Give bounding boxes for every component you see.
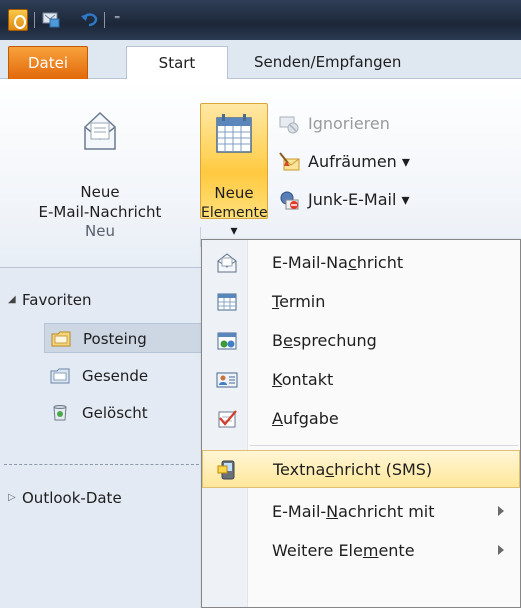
ignore-icon bbox=[279, 116, 299, 134]
menu-item-email-message-label: E-Mail-Nachricht bbox=[272, 253, 404, 272]
new-items-dropdown-menu: E-Mail-Nachricht Termin Besprechung Kont… bbox=[201, 239, 521, 608]
text-message-icon bbox=[217, 460, 235, 480]
new-items-label-line1: Neue bbox=[214, 184, 254, 202]
undo-icon[interactable] bbox=[80, 10, 100, 28]
menu-item-task[interactable]: Aufgabe bbox=[202, 400, 520, 438]
submenu-arrow-icon bbox=[498, 506, 504, 516]
menu-item-meeting-label: Besprechung bbox=[272, 331, 377, 350]
tab-start[interactable]: Start bbox=[126, 46, 228, 80]
nav-favorites-label: Favoriten bbox=[22, 291, 92, 309]
ribbon-tabs: Datei Start Senden/Empfangen bbox=[0, 40, 521, 80]
nav-divider bbox=[4, 464, 204, 465]
collapsed-triangle-icon: ▷ bbox=[8, 492, 16, 503]
title-bar: ⁼ bbox=[0, 0, 521, 40]
email-message-icon bbox=[217, 253, 237, 273]
tab-senden-empfangen[interactable]: Senden/Empfangen bbox=[238, 46, 490, 79]
sent-folder-icon bbox=[50, 368, 70, 384]
customize-toolbar-icon[interactable]: ⁼ bbox=[114, 12, 126, 26]
menu-item-contact-label: Kontakt bbox=[272, 370, 334, 389]
menu-item-appointment-label: Termin bbox=[272, 292, 326, 311]
submenu-arrow-icon bbox=[498, 545, 504, 555]
new-email-label-line1: Neue bbox=[80, 183, 120, 201]
nav-item-inbox-label: Posteing bbox=[83, 330, 147, 348]
menu-item-contact[interactable]: Kontakt bbox=[202, 361, 520, 399]
toolbar-separator bbox=[104, 12, 105, 28]
menu-item-email-with-label: E-Mail-Nachricht mit bbox=[272, 502, 435, 521]
menu-separator bbox=[250, 445, 518, 446]
deleted-items-icon bbox=[53, 405, 67, 421]
group-label-neu: Neu bbox=[85, 222, 115, 240]
expanded-triangle-icon: ◢ bbox=[8, 294, 16, 305]
menu-item-appointment[interactable]: Termin bbox=[202, 283, 520, 321]
send-receive-icon[interactable] bbox=[42, 10, 60, 28]
new-email-label-line2: E-Mail-Nachricht bbox=[38, 203, 162, 221]
menu-item-more-items[interactable]: Weitere Elemente bbox=[202, 532, 520, 570]
menu-item-text-message[interactable]: Textnachricht (SMS) bbox=[202, 450, 520, 488]
toolbar-separator bbox=[34, 12, 35, 28]
new-items-label-line2: Elemente ▾ bbox=[201, 205, 268, 239]
appointment-icon bbox=[217, 293, 237, 311]
outlook-icon[interactable] bbox=[8, 9, 28, 31]
menu-item-text-message-label: Textnachricht (SMS) bbox=[273, 460, 433, 479]
cleanup-label: Aufräumen ▾ bbox=[308, 152, 410, 171]
calendar-icon bbox=[216, 114, 252, 153]
task-icon bbox=[218, 410, 237, 428]
tab-datei[interactable]: Datei bbox=[8, 46, 88, 79]
menu-item-meeting[interactable]: Besprechung bbox=[202, 322, 520, 360]
inbox-folder-icon bbox=[51, 331, 71, 347]
menu-item-more-items-label: Weitere Elemente bbox=[272, 541, 415, 560]
junk-mail-icon bbox=[280, 191, 299, 210]
new-items-button[interactable]: Neue Elemente ▾ bbox=[200, 103, 268, 239]
menu-item-email-with[interactable]: E-Mail-Nachricht mit bbox=[202, 493, 520, 531]
cleanup-icon bbox=[279, 152, 300, 171]
nav-item-sent-label: Gesende bbox=[82, 367, 149, 385]
nav-outlook-data-label: Outlook-Date bbox=[22, 489, 122, 507]
junk-mail-label: Junk-E-Mail ▾ bbox=[308, 190, 410, 209]
meeting-icon bbox=[217, 332, 237, 350]
new-email-icon bbox=[84, 111, 116, 150]
nav-item-inbox[interactable]: Posteing bbox=[44, 323, 202, 353]
menu-item-task-label: Aufgabe bbox=[272, 409, 339, 428]
nav-outlook-data[interactable]: ▷ Outlook-Date bbox=[8, 483, 122, 513]
nav-favorites[interactable]: ◢ Favoriten bbox=[8, 285, 92, 315]
contact-icon bbox=[216, 372, 238, 388]
nav-item-deleted-label: Gelöscht bbox=[82, 404, 148, 422]
menu-item-email-message[interactable]: E-Mail-Nachricht bbox=[202, 244, 520, 282]
ignore-label: Ignorieren bbox=[308, 114, 390, 133]
new-email-button[interactable]: Neue E-Mail-Nachricht bbox=[0, 101, 200, 221]
